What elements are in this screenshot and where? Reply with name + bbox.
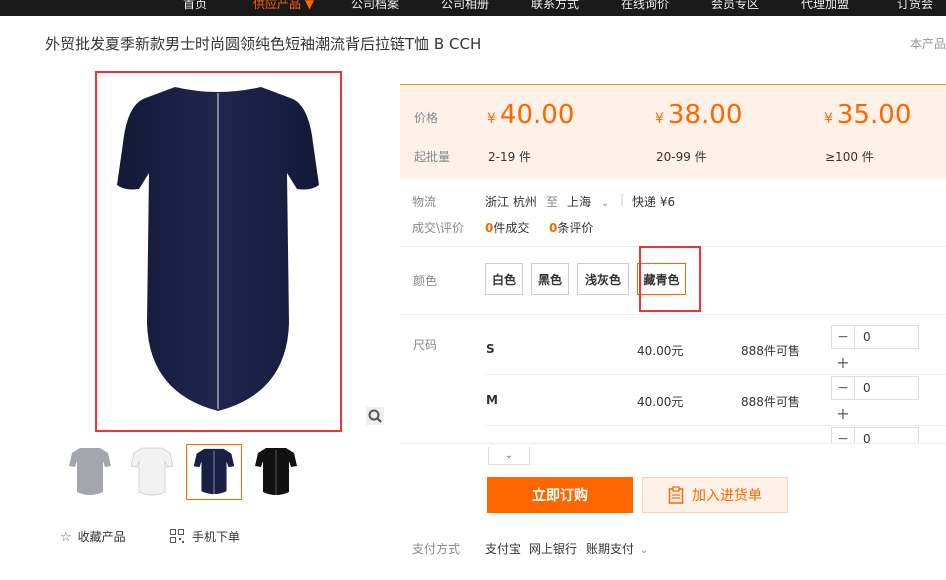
thumbnail-navy[interactable] bbox=[186, 444, 242, 500]
currency-symbol: ¥ bbox=[824, 111, 833, 127]
size-row-partial: − 0 bbox=[831, 427, 946, 443]
expand-sizes-button[interactable]: ⌄ bbox=[488, 447, 530, 465]
zoom-icon[interactable] bbox=[366, 407, 384, 425]
size-label: 尺码 bbox=[413, 338, 438, 352]
thumbnail-gray[interactable] bbox=[62, 444, 118, 500]
nav-item-contact[interactable]: 联系方式 bbox=[531, 0, 579, 12]
range-tier-3: ≥100 件 bbox=[825, 150, 874, 164]
product-title: 外贸批发夏季新款男士时尚圆领纯色短袖潮流背后拉链T恤 B CCH bbox=[45, 35, 482, 53]
tshirt-back-image bbox=[117, 87, 319, 411]
price-value: 38.00 bbox=[667, 100, 743, 130]
color-option-white[interactable]: 白色 bbox=[485, 263, 523, 295]
price-tier-1: ¥40.00 bbox=[487, 100, 574, 130]
nav-item-members[interactable]: 会员专区 bbox=[711, 0, 759, 12]
star-icon: ☆ bbox=[60, 530, 72, 545]
currency-symbol: ¥ bbox=[487, 111, 496, 127]
size-row-stock: 888件可售 bbox=[741, 395, 800, 409]
sold-summary: 0件成交 bbox=[485, 219, 529, 236]
buy-now-button[interactable]: 立即订购 bbox=[487, 477, 633, 513]
thumb-shape bbox=[130, 447, 174, 496]
quantity-input[interactable]: 0 bbox=[854, 427, 919, 443]
main-product-image[interactable] bbox=[95, 71, 342, 432]
logistics-label: 物流 bbox=[412, 195, 437, 209]
quantity-input[interactable]: 0 bbox=[854, 376, 919, 400]
qrcode-icon bbox=[170, 529, 184, 543]
mobile-order-label: 手机下单 bbox=[192, 530, 241, 544]
payment-online-bank: 网上银行 bbox=[529, 542, 578, 556]
price-label: 价格 bbox=[414, 111, 439, 125]
chevron-down-icon: ⌄ bbox=[504, 450, 514, 461]
currency-symbol: ¥ bbox=[655, 111, 664, 127]
favorite-product-link[interactable]: ☆ 收藏产品 bbox=[60, 528, 126, 545]
add-to-cart-button[interactable]: 加入进货单 bbox=[642, 477, 788, 513]
price-tier-2: ¥38.00 bbox=[655, 100, 742, 130]
moq-label: 起批量 bbox=[414, 150, 451, 164]
ship-to-value: 上海 bbox=[567, 195, 592, 209]
chevron-down-icon: ⌄ bbox=[601, 198, 610, 209]
thumb-shape bbox=[69, 448, 111, 495]
ship-to-select[interactable]: 上海 ⌄ bbox=[567, 193, 609, 210]
price-tier-3: ¥35.00 bbox=[824, 100, 911, 130]
nav-item-company-profile[interactable]: 公司档案 bbox=[351, 0, 399, 12]
price-value: 35.00 bbox=[836, 100, 912, 130]
color-label: 颜色 bbox=[413, 274, 438, 288]
thumbnail-black[interactable] bbox=[248, 444, 304, 500]
separator: | bbox=[620, 192, 625, 206]
divider bbox=[400, 443, 946, 444]
payment-alipay: 支付宝 bbox=[485, 542, 522, 556]
corner-text[interactable]: 本产品 bbox=[910, 35, 946, 52]
price-value: 40.00 bbox=[499, 100, 575, 130]
size-row-name: S bbox=[486, 342, 495, 356]
add-to-cart-label: 加入进货单 bbox=[692, 488, 762, 504]
payment-label: 支付方式 bbox=[412, 542, 461, 556]
minus-button[interactable]: − bbox=[831, 376, 855, 400]
minus-button[interactable]: − bbox=[831, 325, 855, 349]
payment-credit-terms[interactable]: 账期支付 ⌄ bbox=[586, 540, 648, 557]
review-text: 条评价 bbox=[557, 221, 594, 235]
nav-item-home[interactable]: 首页 bbox=[183, 0, 207, 12]
row-divider bbox=[485, 425, 946, 426]
size-row-price: 40.00元 bbox=[637, 344, 684, 358]
nav-item-inquiry[interactable]: 在线询价 bbox=[621, 0, 669, 12]
favorite-label: 收藏产品 bbox=[77, 530, 126, 544]
ship-from: 浙江 杭州 bbox=[485, 195, 537, 209]
deals-label: 成交\评价 bbox=[412, 221, 465, 235]
quantity-input[interactable]: 0 bbox=[854, 325, 919, 349]
color-option-black[interactable]: 黑色 bbox=[531, 263, 569, 295]
size-row-name: M bbox=[486, 393, 498, 407]
shipping-fee: 快递 ¥6 bbox=[632, 195, 676, 209]
top-nav-bar: 首页 供应产品 ▼ 公司档案 公司相册 联系方式 在线询价 会员专区 代理加盟 … bbox=[0, 0, 946, 16]
nav-item-company-album[interactable]: 公司相册 bbox=[441, 0, 489, 12]
clipboard-icon bbox=[668, 486, 684, 504]
mobile-order-link[interactable]: 手机下单 bbox=[170, 528, 240, 545]
payment-credit-label: 账期支付 bbox=[586, 542, 635, 556]
nav-item-order-fair[interactable]: 订货会 bbox=[897, 0, 933, 12]
range-tier-2: 20-99 件 bbox=[656, 150, 707, 164]
thumbnail-white[interactable] bbox=[124, 444, 180, 500]
divider bbox=[400, 314, 946, 315]
highlight-box bbox=[639, 246, 701, 312]
to-word: 至 bbox=[546, 195, 559, 209]
nav-item-products[interactable]: 供应产品 ▼ bbox=[253, 0, 314, 12]
chevron-down-icon: ⌄ bbox=[640, 545, 649, 556]
plus-button[interactable]: + bbox=[831, 402, 855, 424]
size-row-price: 40.00元 bbox=[637, 395, 684, 409]
review-summary[interactable]: 0条评价 bbox=[549, 219, 593, 236]
sold-text: 件成交 bbox=[493, 221, 530, 235]
nav-item-agents[interactable]: 代理加盟 bbox=[801, 0, 849, 12]
color-option-light-gray[interactable]: 浅灰色 bbox=[577, 263, 629, 295]
price-box: 价格 起批量 ¥40.00 2-19 件 ¥38.00 20-99 件 ¥35.… bbox=[400, 84, 946, 178]
minus-button[interactable]: − bbox=[831, 427, 855, 443]
plus-button[interactable]: + bbox=[831, 351, 855, 373]
range-tier-1: 2-19 件 bbox=[488, 150, 532, 164]
size-row-stock: 888件可售 bbox=[741, 344, 800, 358]
row-divider bbox=[485, 374, 946, 375]
